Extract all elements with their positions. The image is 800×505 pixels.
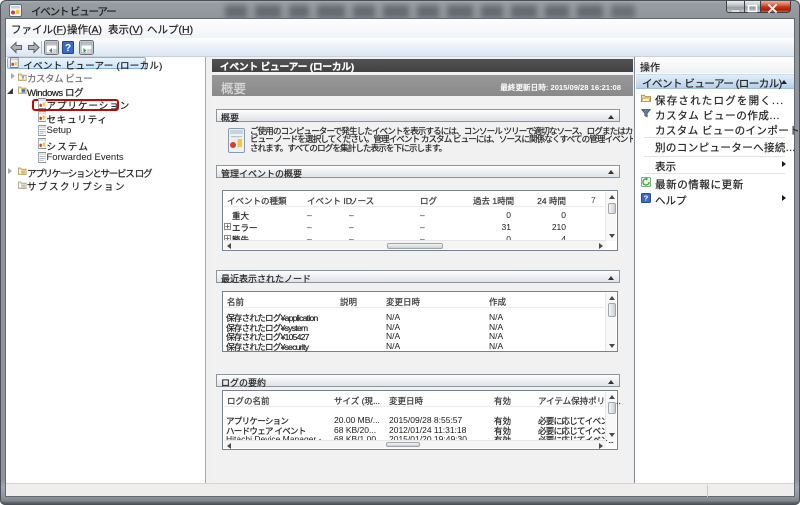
svg-text:?: ?: [65, 43, 71, 54]
svg-text:?: ?: [644, 193, 649, 202]
